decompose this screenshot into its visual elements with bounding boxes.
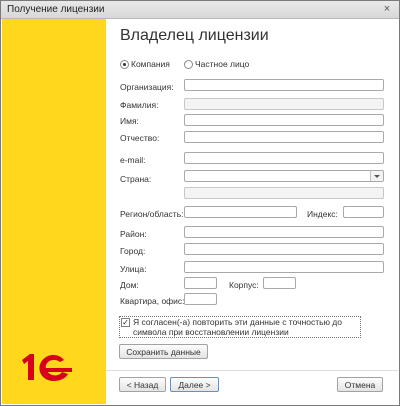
private-person-radio[interactable] <box>184 60 193 69</box>
house-label: Дом: <box>120 280 139 290</box>
country-label: Страна: <box>120 174 152 184</box>
city-input[interactable] <box>184 243 384 255</box>
save-data-button[interactable]: Сохранить данные <box>119 344 208 359</box>
footer-divider <box>106 370 398 371</box>
region-label: Регион/область: <box>120 209 184 219</box>
district-label: Район: <box>120 229 147 239</box>
country-select[interactable] <box>184 170 384 182</box>
index-input[interactable] <box>343 206 384 218</box>
logo-stripe <box>40 368 72 372</box>
close-icon[interactable]: × <box>380 2 394 16</box>
street-label: Улица: <box>120 264 147 274</box>
lastname-input[interactable] <box>184 98 384 110</box>
company-radio-label[interactable]: Компания <box>131 59 170 69</box>
logo-one <box>22 354 34 380</box>
house-input[interactable] <box>184 277 217 289</box>
city-label: Город: <box>120 246 146 256</box>
company-radio[interactable] <box>120 60 129 69</box>
page-title: Владелец лицензии <box>120 27 269 44</box>
country-extra-field <box>184 187 384 199</box>
1c-logo <box>22 354 72 382</box>
next-button[interactable]: Далее > <box>170 377 219 392</box>
email-input[interactable] <box>184 152 384 164</box>
title-bar: Получение лицензии × <box>1 1 399 19</box>
apartment-label: Квартира, офис: <box>120 296 185 306</box>
agreement-checkbox[interactable]: ✓ <box>121 318 130 327</box>
building-input[interactable] <box>263 277 296 289</box>
back-button[interactable]: < Назад <box>119 377 166 392</box>
index-label: Индекс: <box>307 209 338 219</box>
district-input[interactable] <box>184 226 384 238</box>
middlename-input[interactable] <box>184 131 384 143</box>
agreement-text[interactable]: Я согласен(-а) повторить эти данные с то… <box>133 317 361 337</box>
email-label: e-mail: <box>120 155 146 165</box>
firstname-input[interactable] <box>184 114 384 126</box>
brand-sidebar <box>2 19 106 404</box>
region-input[interactable] <box>184 206 297 218</box>
organization-label: Организация: <box>120 82 174 92</box>
organization-input[interactable] <box>184 79 384 91</box>
middlename-label: Отчество: <box>120 133 160 143</box>
private-person-radio-label[interactable]: Частное лицо <box>195 59 249 69</box>
chevron-down-icon[interactable] <box>370 171 383 181</box>
cancel-button[interactable]: Отмена <box>337 377 383 392</box>
lastname-label: Фамилия: <box>120 100 159 110</box>
firstname-label: Имя: <box>120 116 139 126</box>
street-input[interactable] <box>184 261 384 273</box>
apartment-input[interactable] <box>184 293 217 305</box>
window-title: Получение лицензии <box>7 4 105 15</box>
building-label: Корпус: <box>229 280 259 290</box>
